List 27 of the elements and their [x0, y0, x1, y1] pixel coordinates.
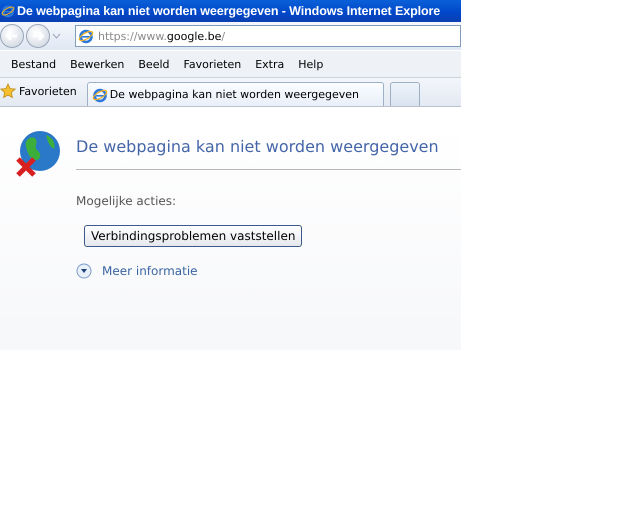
menu-item[interactable]: Favorieten [176, 58, 248, 70]
window-title: De webpagina kan niet worden weergegeven - Windows Internet Explore [17, 4, 440, 18]
forward-arrow-icon [32, 31, 44, 41]
menu-item[interactable]: Beeld [131, 58, 177, 70]
menu-item[interactable]: Bestand [4, 58, 64, 70]
menu-item[interactable]: Bewerken [63, 58, 132, 70]
back-arrow-icon [6, 31, 18, 41]
menu-item[interactable]: Help [291, 58, 330, 70]
browser-logo-icon [1, 4, 15, 18]
actions-label: Mogelijke acties: [76, 194, 176, 208]
expand-icon [76, 263, 92, 279]
favorites-button[interactable]: Favorieten [0, 79, 81, 103]
dropdown-caret-icon[interactable] [52, 33, 61, 39]
star-icon [0, 83, 16, 99]
globe-error-icon [14, 129, 62, 177]
browser-logo-icon [78, 28, 94, 44]
browser-logo-icon [92, 86, 108, 102]
browser-tab[interactable]: De webpagina kan niet worden weergegeven [86, 82, 384, 106]
diagnose-button[interactable]: Verbindingsproblemen vaststellen [84, 225, 302, 247]
more-info-link[interactable]: Meer informatie [76, 263, 198, 279]
menu-item[interactable]: Extra [248, 58, 292, 70]
new-tab-button[interactable] [390, 82, 420, 106]
forward-button[interactable] [26, 24, 50, 48]
back-button[interactable] [0, 24, 24, 48]
url-text: https://www.google.be/ [98, 30, 226, 42]
error-heading: De webpagina kan niet worden weergegeven [76, 137, 461, 170]
address-field[interactable]: https://www.google.be/ [75, 25, 461, 47]
